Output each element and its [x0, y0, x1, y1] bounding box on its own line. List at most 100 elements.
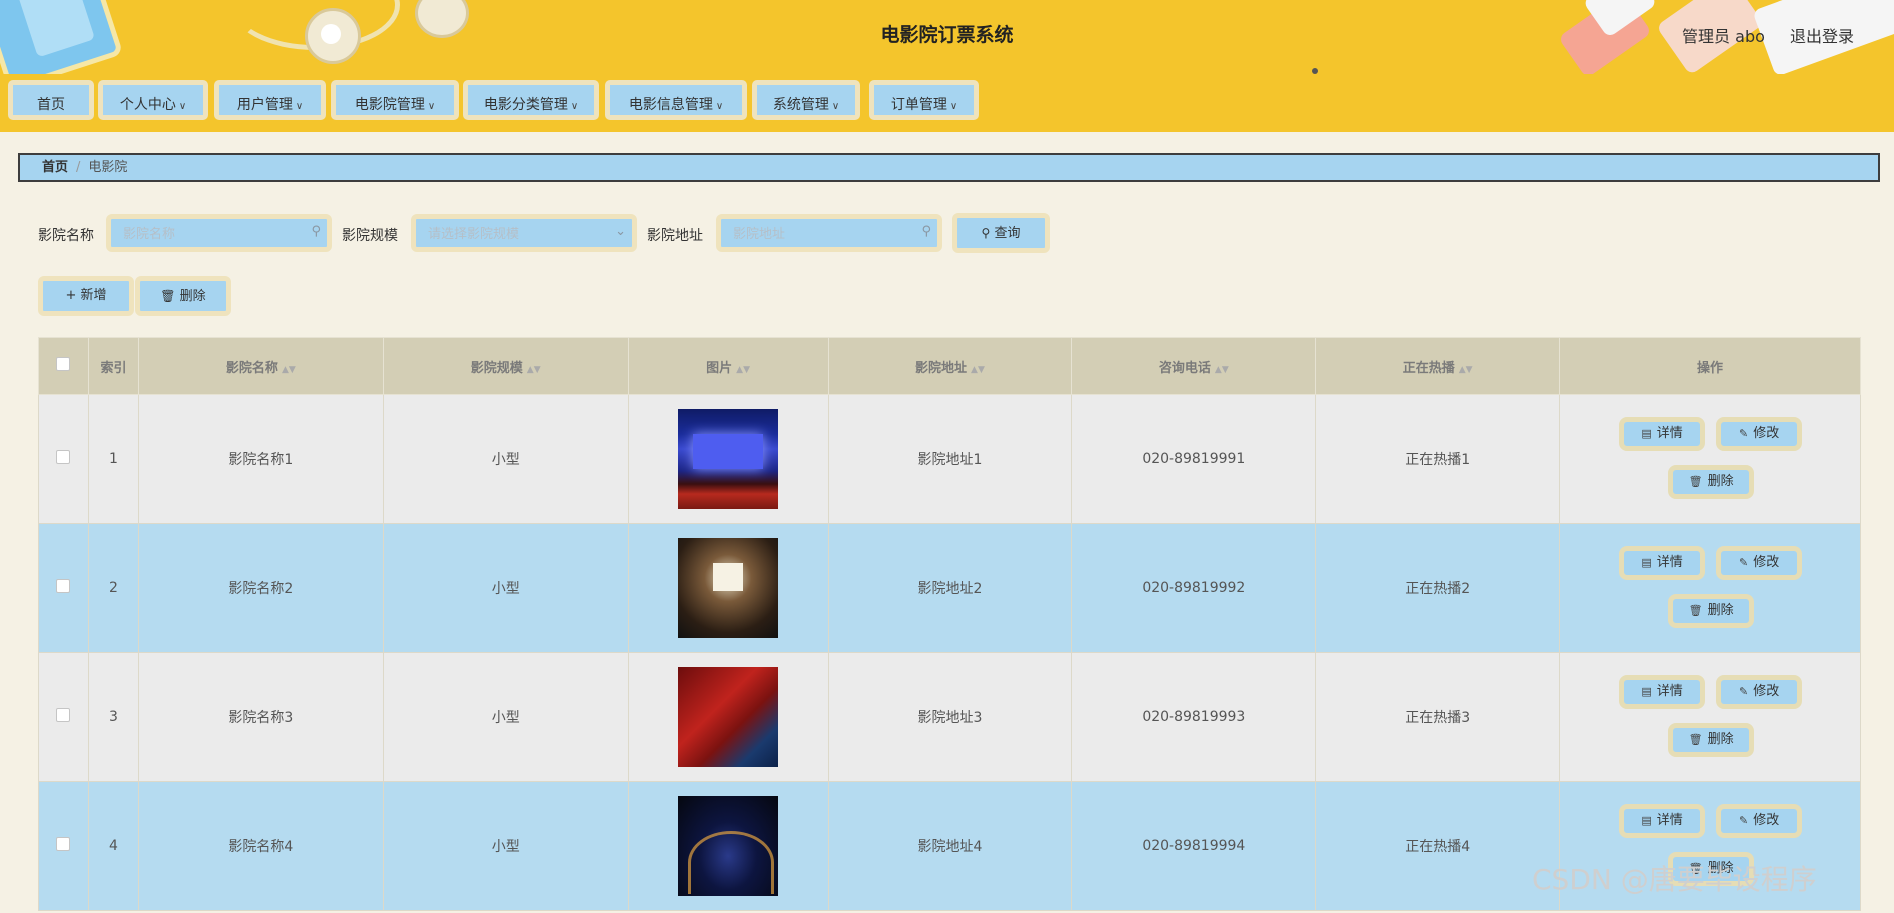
column-header-phone[interactable]: 咨询电话 ▲▼: [1071, 337, 1317, 395]
detail-button[interactable]: ▤ 详情: [1619, 675, 1706, 709]
cell-index: 3: [87, 652, 139, 782]
query-button-label: 查询: [994, 226, 1021, 241]
cinema-scale-input[interactable]: [426, 219, 612, 249]
cell-scale: 小型: [382, 394, 629, 524]
batch-delete-button[interactable]: 🗑 删除: [135, 276, 231, 316]
cinema-image[interactable]: [678, 796, 779, 896]
search-icon: ⚲: [921, 224, 931, 239]
nav-item-5[interactable]: 电影信息管理 ∨: [605, 80, 747, 120]
cell-ops: ▤ 详情 ✎ 修改 🗑 删除: [1559, 523, 1861, 653]
edit-button[interactable]: ✎ 修改: [1716, 546, 1803, 580]
table-row: 3 影院名称3 小型 影院地址3 020-89819993 正在热播3 ▤ 详情 ✎ 修改 🗑 删除: [38, 652, 1861, 782]
cinema-name-field[interactable]: ⚲: [106, 214, 332, 252]
row-checkbox[interactable]: [56, 708, 71, 722]
sort-icon[interactable]: ▲▼: [971, 365, 985, 375]
sort-icon[interactable]: ▲▼: [1215, 365, 1229, 375]
detail-button[interactable]: ▤ 详情: [1619, 804, 1706, 838]
cell-name: 影院名称4: [137, 781, 384, 911]
column-header-image[interactable]: 图片 ▲▼: [627, 337, 829, 395]
nav-item-3[interactable]: 电影院管理 ∨: [331, 80, 459, 120]
batch-delete-label: 删除: [179, 289, 206, 304]
row-checkbox[interactable]: [56, 837, 71, 851]
cell-scale: 小型: [382, 781, 629, 911]
pencil-icon: ✎: [1738, 556, 1749, 569]
column-header-name[interactable]: 影院名称 ▲▼: [137, 337, 384, 395]
nav-item-label: 个人中心: [119, 97, 176, 113]
table-header-row: 索引 影院名称 ▲▼ 影院规模 ▲▼ 图片 ▲▼ 影院地址 ▲▼ 咨询电话 ▲▼ 正在热播…: [38, 337, 1861, 395]
pencil-icon: ✎: [1738, 814, 1749, 827]
breadcrumb-home[interactable]: 首页: [42, 160, 68, 175]
column-header-scale[interactable]: 影院规模 ▲▼: [382, 337, 629, 395]
cell-name: 影院名称3: [137, 652, 384, 782]
cell-index: 2: [87, 523, 139, 653]
cell-image: [627, 523, 829, 653]
delete-button[interactable]: 🗑 删除: [1668, 594, 1755, 628]
cinema-scale-select[interactable]: ⌄: [411, 214, 637, 252]
delete-button[interactable]: 🗑 删除: [1668, 465, 1755, 499]
user-area: 管理员 abo 退出登录: [1662, 23, 1854, 47]
delete-button[interactable]: 🗑 删除: [1668, 723, 1755, 757]
trash-icon: 🗑: [160, 289, 176, 303]
sort-icon[interactable]: ▲▼: [527, 365, 541, 375]
cell-name: 影院名称2: [137, 523, 384, 653]
chevron-down-icon: ∨: [715, 101, 724, 112]
cinema-image[interactable]: [678, 667, 779, 767]
document-icon: ▤: [1641, 556, 1652, 569]
nav-item-1[interactable]: 个人中心 ∨: [98, 80, 208, 120]
pencil-icon: ✎: [1738, 427, 1749, 440]
detail-button[interactable]: ▤ 详情: [1619, 417, 1706, 451]
detail-button[interactable]: ▤ 详情: [1619, 546, 1706, 580]
nav-item-7[interactable]: 订单管理 ∨: [869, 80, 979, 120]
edit-button[interactable]: ✎ 修改: [1716, 417, 1803, 451]
column-header-showing[interactable]: 正在热播 ▲▼: [1315, 337, 1561, 395]
edit-button[interactable]: ✎ 修改: [1716, 804, 1803, 838]
nav-item-label: 电影分类管理: [483, 97, 568, 113]
column-header-address[interactable]: 影院地址 ▲▼: [827, 337, 1073, 395]
cell-image: [627, 781, 829, 911]
nav-item-4[interactable]: 电影分类管理 ∨: [463, 80, 599, 120]
cinema-image[interactable]: [678, 538, 779, 638]
logout-link[interactable]: 退出登录: [1790, 27, 1854, 46]
select-all-cell: [38, 337, 89, 395]
cell-address: 影院地址4: [827, 781, 1073, 911]
cell-image: [627, 394, 829, 524]
cinema-image[interactable]: [678, 409, 779, 509]
sort-icon[interactable]: ▲▼: [736, 365, 750, 375]
nav-item-label: 系统管理: [772, 97, 829, 113]
query-button[interactable]: ⚲ 查询: [952, 213, 1050, 253]
chevron-down-icon: ∨: [295, 101, 304, 112]
row-checkbox[interactable]: [56, 579, 71, 593]
chevron-down-icon: ∨: [427, 101, 436, 112]
cell-showing: 正在热播1: [1315, 394, 1561, 524]
nav-item-6[interactable]: 系统管理 ∨: [752, 80, 860, 120]
watermark: CSDN @唐要毕设程序: [1532, 863, 1817, 896]
document-icon: ▤: [1641, 427, 1652, 440]
cell-showing: 正在热播3: [1315, 652, 1561, 782]
add-button[interactable]: + 新增: [38, 276, 134, 316]
cinema-address-input[interactable]: [731, 219, 917, 249]
plus-icon: +: [65, 288, 77, 303]
cinema-scale-label: 影院规模: [342, 228, 398, 244]
nav-item-label: 用户管理: [236, 97, 293, 113]
cinema-name-input[interactable]: [121, 219, 307, 249]
main-nav: 首页 个人中心 ∨ 用户管理 ∨ 电影院管理 ∨ 电影分类管理 ∨ 电影信息管理 ∨ 系统管理 ∨ 订单管…: [0, 74, 1894, 132]
row-select-cell: [38, 523, 89, 653]
sort-icon[interactable]: ▲▼: [1459, 365, 1473, 375]
cell-scale: 小型: [382, 652, 629, 782]
cell-name: 影院名称1: [137, 394, 384, 524]
breadcrumb: 首页 / 电影院: [18, 153, 1880, 182]
sort-icon[interactable]: ▲▼: [282, 365, 296, 375]
select-all-checkbox[interactable]: [56, 357, 71, 371]
edit-button[interactable]: ✎ 修改: [1716, 675, 1803, 709]
nav-item-0[interactable]: 首页: [8, 80, 94, 120]
nav-item-label: 订单管理: [890, 97, 947, 113]
cell-ops: ▤ 详情 ✎ 修改 🗑 删除: [1559, 652, 1861, 782]
document-icon: ▤: [1641, 685, 1652, 698]
trash-icon: 🗑: [1688, 733, 1703, 746]
column-header-index: 索引: [87, 337, 139, 395]
row-checkbox[interactable]: [56, 450, 71, 464]
nav-item-2[interactable]: 用户管理 ∨: [214, 80, 326, 120]
table-row: 1 影院名称1 小型 影院地址1 020-89819991 正在热播1 ▤ 详情 ✎ 修改 🗑 删除: [38, 394, 1861, 524]
chevron-down-icon: ∨: [178, 101, 187, 112]
cinema-address-field[interactable]: ⚲: [716, 214, 942, 252]
